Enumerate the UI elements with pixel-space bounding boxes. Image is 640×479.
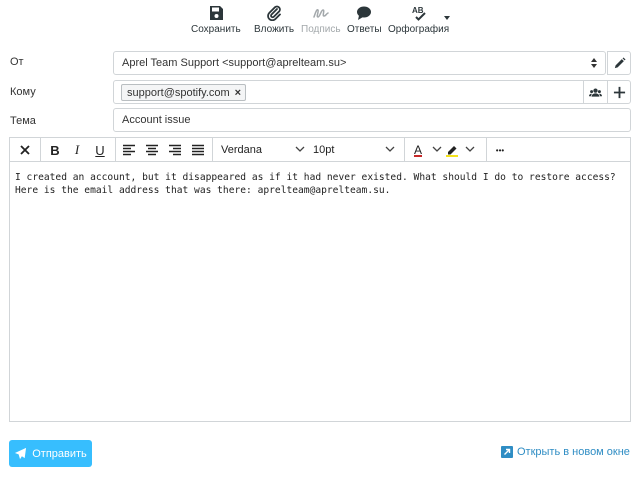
send-label: Отправить — [32, 447, 87, 460]
remove-recipient-icon[interactable]: × — [235, 87, 241, 99]
responses-label: Ответы — [347, 24, 382, 35]
address-book-button[interactable] — [583, 80, 608, 104]
edit-identity-button[interactable] — [607, 51, 631, 75]
paperclip-icon — [267, 5, 281, 21]
signature-icon — [313, 9, 329, 18]
message-body[interactable]: I created an account, but it disappeared… — [15, 171, 623, 197]
toolbar-divider — [404, 138, 405, 162]
align-center-icon — [146, 144, 158, 156]
signature-button[interactable]: Подпись — [301, 5, 341, 37]
text-color-button[interactable]: A — [412, 141, 442, 159]
font-family-select[interactable]: Verdana — [221, 141, 305, 159]
text-color-icon: A — [413, 143, 422, 157]
from-select[interactable]: Aprel Team Support <support@aprelteam.su… — [113, 51, 606, 75]
toolbar-divider — [115, 138, 116, 162]
underline-button[interactable]: U — [90, 141, 110, 159]
save-button[interactable]: Сохранить — [191, 5, 241, 37]
external-link-icon — [501, 446, 513, 458]
from-label: От — [10, 56, 24, 68]
select-arrows-icon — [591, 58, 597, 68]
recipient-chip: support@spotify.com × — [121, 84, 247, 101]
align-right-icon — [169, 144, 181, 156]
save-label: Сохранить — [191, 24, 241, 35]
chevron-down-icon — [465, 146, 475, 152]
highlight-color-button[interactable] — [445, 141, 475, 159]
bold-button[interactable]: B — [45, 141, 65, 159]
font-family-value: Verdana — [221, 144, 262, 156]
font-size-value: 10pt — [313, 144, 335, 156]
spellcheck-icon: AB — [412, 6, 426, 21]
align-justify-icon — [192, 144, 204, 156]
close-icon — [20, 145, 30, 155]
clear-formatting-button[interactable] — [15, 141, 35, 159]
toolbar-divider — [486, 138, 487, 162]
font-size-select[interactable]: 10pt — [313, 141, 395, 159]
plus-icon — [613, 86, 625, 98]
open-in-new-window-label: Открыть в новом окне — [517, 446, 630, 458]
toolbar-divider — [212, 138, 213, 162]
signature-label: Подпись — [301, 24, 341, 35]
highlighter-icon — [446, 146, 458, 157]
to-label: Кому — [10, 86, 36, 98]
subject-input[interactable]: Account issue — [113, 108, 631, 132]
attach-label: Вложить — [254, 24, 295, 35]
spellcheck-icon-text: AB — [412, 6, 424, 15]
send-button[interactable]: Отправить — [9, 440, 92, 467]
paper-plane-icon — [15, 447, 27, 460]
spellcheck-button[interactable]: AB Орфография — [388, 5, 449, 37]
editor-toolbar: B I U Verdana 10pt A ••• — [10, 138, 630, 162]
floppy-disk-icon — [209, 6, 223, 20]
spellcheck-label: Орфография — [388, 24, 450, 35]
align-center-button[interactable] — [142, 141, 162, 159]
pencil-icon — [614, 56, 626, 68]
from-value: Aprel Team Support <support@aprelteam.su… — [122, 57, 347, 69]
more-options-button[interactable]: ••• — [490, 141, 510, 159]
recipient-email: support@spotify.com — [127, 86, 230, 99]
responses-button[interactable]: Ответы — [347, 5, 382, 37]
subject-value: Account issue — [122, 114, 191, 126]
add-header-button[interactable] — [607, 80, 631, 104]
italic-button[interactable]: I — [67, 141, 87, 159]
align-left-icon — [123, 144, 135, 156]
chevron-down-icon — [295, 146, 305, 152]
spellcheck-dropdown-caret-icon[interactable] — [444, 16, 450, 20]
subject-label: Тема — [10, 115, 36, 127]
comment-icon — [357, 6, 372, 20]
open-in-new-window-link[interactable]: Открыть в новом окне — [501, 446, 630, 458]
align-left-button[interactable] — [119, 141, 139, 159]
message-editor: B I U Verdana 10pt A ••• I created an ac… — [9, 137, 631, 422]
chevron-down-icon — [432, 146, 442, 152]
attach-button[interactable]: Вложить — [254, 5, 294, 37]
chevron-down-icon — [385, 146, 395, 152]
to-recipients-input[interactable]: support@spotify.com × — [113, 80, 584, 104]
align-right-button[interactable] — [165, 141, 185, 159]
toolbar-divider — [40, 138, 41, 162]
contacts-icon — [589, 88, 602, 97]
align-justify-button[interactable] — [188, 141, 208, 159]
compose-toolbar: Сохранить Вложить Подпись Ответы AB Орфо… — [0, 0, 640, 40]
